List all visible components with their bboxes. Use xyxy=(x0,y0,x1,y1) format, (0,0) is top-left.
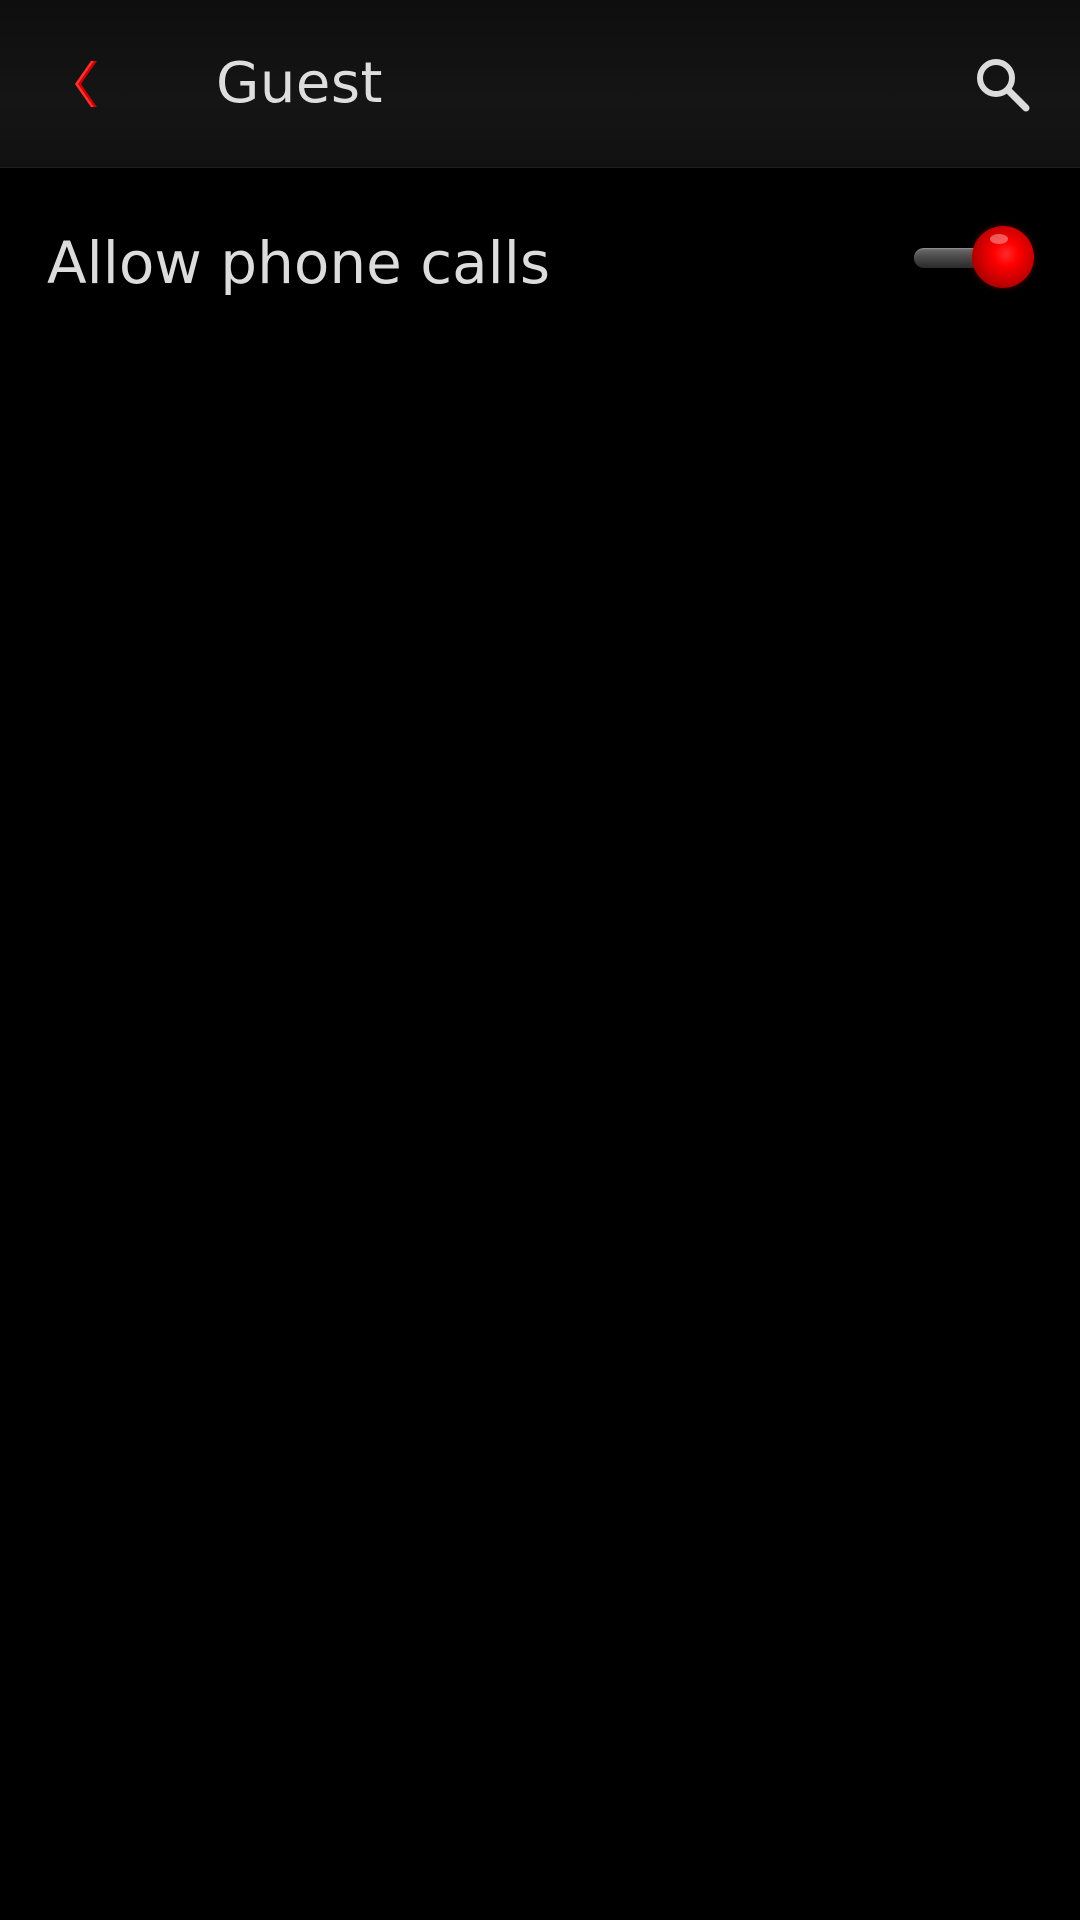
setting-label: Allow phone calls xyxy=(47,229,551,297)
allow-phone-calls-toggle[interactable] xyxy=(912,226,1036,290)
setting-row-allow-phone-calls[interactable]: Allow phone calls xyxy=(0,190,1080,330)
toggle-thumb xyxy=(972,226,1034,288)
search-icon xyxy=(977,59,1030,112)
chevron-left-icon xyxy=(75,61,97,107)
search-button[interactable] xyxy=(962,44,1042,124)
app-bar: Guest xyxy=(0,0,1080,168)
page-title: Guest xyxy=(216,51,383,116)
back-button[interactable] xyxy=(50,38,118,130)
